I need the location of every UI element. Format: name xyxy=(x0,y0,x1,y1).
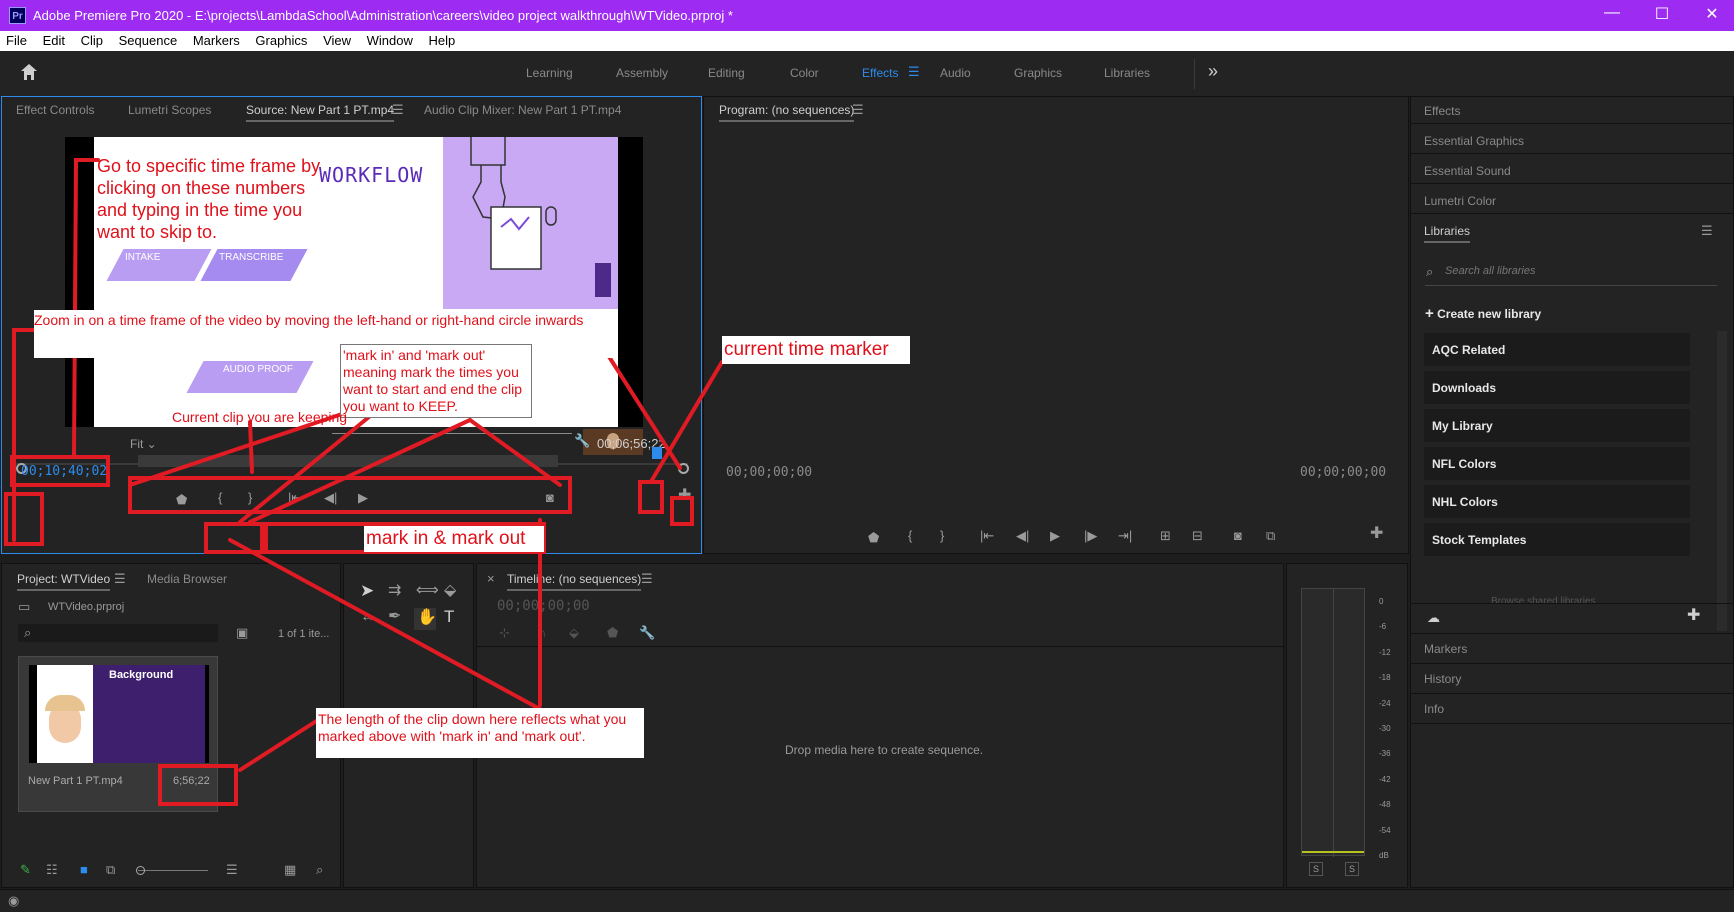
right-handle-highlight xyxy=(670,496,694,526)
zoom-handle-highlight xyxy=(4,492,44,546)
playhead-highlight xyxy=(638,480,664,514)
mark-buttons-highlight xyxy=(204,522,264,554)
annotation-mark-in-mark-out: mark in & mark out xyxy=(364,526,544,552)
annotation-lines xyxy=(12,158,724,772)
annotation-mark-in-out-description: 'mark in' and 'mark out' meaning mark th… xyxy=(340,344,532,418)
annotation-goto: Go to specific time frame by clicking on… xyxy=(97,156,321,242)
clip-duration-highlight xyxy=(158,764,238,806)
annotation-current-clip: Current clip you are keeping xyxy=(172,409,348,425)
current-time-highlight xyxy=(10,455,110,487)
annotation-length-note: The length of the clip down here reflect… xyxy=(316,708,644,758)
annotation-current-time-marker: current time marker xyxy=(722,336,910,364)
in-out-range-highlight xyxy=(128,476,572,514)
